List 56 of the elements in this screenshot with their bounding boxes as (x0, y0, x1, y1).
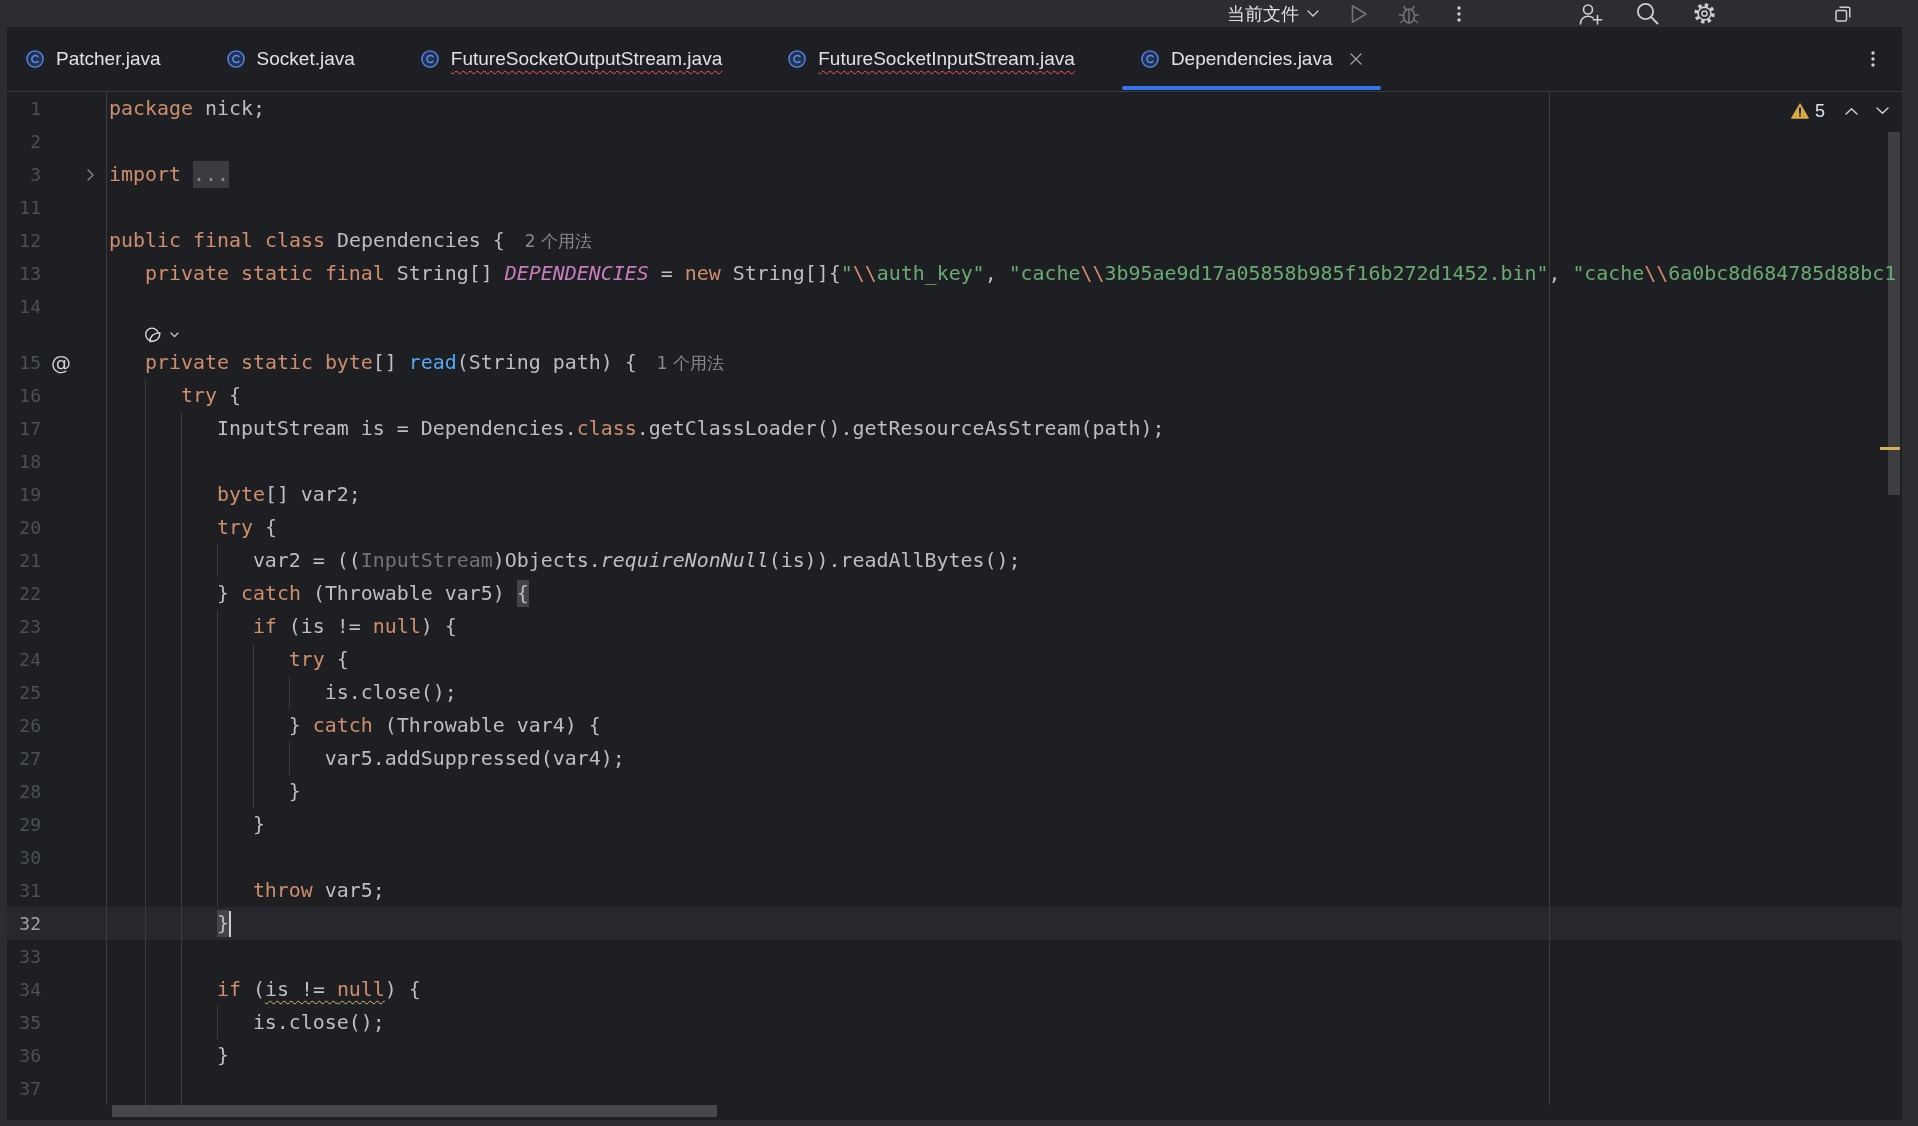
code-text: import (109, 162, 181, 188)
caret-icon[interactable] (169, 331, 179, 338)
problems-button[interactable]: 5 (1791, 101, 1825, 121)
class-file-icon (788, 50, 807, 68)
file-tab[interactable]: Socket.java (207, 27, 402, 91)
usage-hint[interactable]: 2 个用法 (524, 228, 593, 253)
code-text: byte[] var2; (216, 482, 361, 508)
chevron-down-icon[interactable] (1876, 107, 1889, 115)
code-text: InputStream is = Dependencies.class.getClassLoader().getResourceAsStream(path); (216, 416, 1165, 442)
code-text: } (288, 779, 301, 805)
code-text: try { (216, 515, 277, 541)
close-icon[interactable] (1349, 53, 1362, 65)
file-tab[interactable]: Dependencies.java (1121, 27, 1381, 91)
more-icon[interactable] (1457, 5, 1461, 22)
class-file-icon (226, 50, 245, 68)
code-text: var2 = ((InputStream)Objects.requireNonNull(is)).readAllBytes(); (252, 548, 1021, 574)
code-text: throw var5; (252, 878, 385, 904)
person-add-icon[interactable] (1579, 2, 1603, 25)
warning-icon (1791, 103, 1809, 119)
run-config-dropdown[interactable]: 当前文件 (1227, 2, 1319, 25)
window-icon[interactable] (1835, 5, 1851, 22)
code-text: is.close(); (252, 1010, 385, 1036)
code-text: if (is != null) { (252, 614, 457, 640)
settings-icon[interactable] (1693, 2, 1716, 25)
code-text: private static final String[] DEPENDENCIES = new String[]{"\\auth_key", "cache\\3b95ae9d17a05858b985f16b272d1452.bin", "cache\\6a0bc8d684785d88bc1 (144, 261, 1897, 287)
code-text: try { (288, 647, 349, 673)
line-number: 32 (18, 913, 41, 934)
usage-hint[interactable]: 1 个用法 (656, 350, 724, 375)
search-icon[interactable] (1636, 2, 1659, 25)
more-icon[interactable] (1871, 51, 1875, 67)
code-text: try { (180, 383, 241, 409)
code-text: var5.addSuppressed(var4); (324, 746, 625, 772)
caret-icon[interactable] (1307, 10, 1319, 17)
code-text: } catch (Throwable var5) { (216, 579, 529, 609)
class-file-icon (1140, 50, 1159, 68)
code-text: if (is != null) { (216, 977, 421, 1003)
code-text: } (252, 812, 265, 838)
code-text: package nick; (109, 96, 265, 122)
chevron-right-icon[interactable] (86, 168, 94, 181)
leaf-circle-icon[interactable] (144, 326, 161, 343)
scrollbar-thumb[interactable] (112, 1105, 717, 1117)
code-text: private static byte[] read(String path) { (144, 350, 637, 376)
file-tab[interactable]: FutureSocketInputStream.java (769, 27, 1122, 91)
gutter-marker[interactable]: @ (51, 350, 71, 375)
class-file-icon (26, 50, 44, 68)
code-text: } (216, 1043, 229, 1069)
code-text: is.close(); (324, 680, 457, 706)
code-text: } catch (Throwable var4) { (288, 713, 601, 739)
file-tab[interactable]: Patcher.java (7, 27, 208, 91)
text-caret (228, 910, 231, 937)
chevron-up-icon[interactable] (1845, 107, 1858, 115)
code-text: } (216, 909, 229, 939)
class-file-icon (420, 50, 439, 68)
code-text: public final class Dependencies { (109, 228, 505, 254)
play-icon[interactable] (1350, 3, 1368, 24)
file-tab[interactable]: FutureSocketOutputStream.java (401, 27, 770, 91)
